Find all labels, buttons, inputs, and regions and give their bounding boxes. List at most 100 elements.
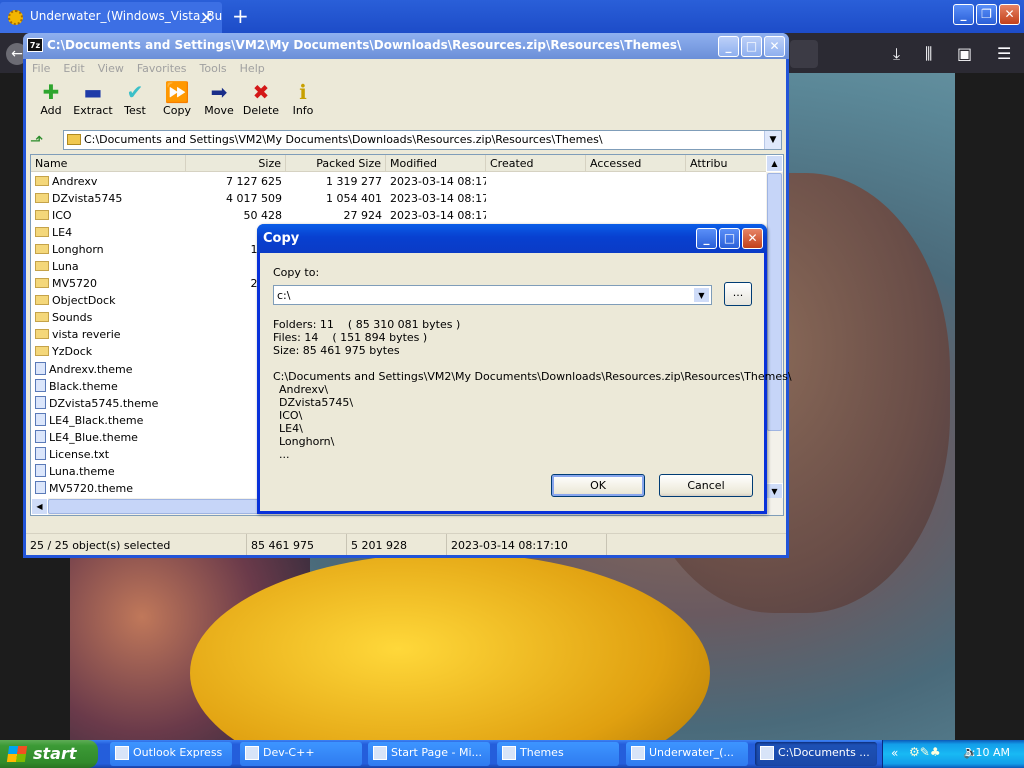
destination-value: c:\ — [277, 289, 291, 302]
menu-view[interactable]: View — [98, 62, 124, 79]
table-row[interactable]: DZvista5745 4 017 509 1 054 401 2023-03-14 … — [31, 190, 771, 207]
folder-icon — [35, 261, 49, 271]
menu-favorites[interactable]: Favorites — [137, 62, 187, 79]
scroll-left-icon[interactable]: ◀ — [31, 498, 48, 515]
chevron-down-icon[interactable]: ▼ — [693, 287, 710, 303]
close-icon[interactable]: ✕ — [764, 36, 785, 57]
maximize-icon[interactable]: ❐ — [976, 4, 997, 25]
ok-button[interactable]: OK — [551, 474, 645, 497]
arrow-right-icon: ➡ — [210, 80, 228, 104]
file-list-header: Name Size Packed Size Modified Created Access… — [31, 155, 771, 172]
copy-dialog-titlebar[interactable]: Copy _ □ ✕ — [257, 224, 767, 253]
status-selected: 25 / 25 object(s) selected — [26, 534, 247, 555]
vertical-scrollbar[interactable]: ▲ ▼ — [766, 155, 783, 500]
start-button[interactable]: start — [0, 740, 98, 768]
app-icon — [115, 746, 129, 760]
taskbar-button[interactable]: Dev-C++ — [240, 742, 362, 766]
name-cell: Sounds — [31, 309, 186, 326]
toolbar-add-button[interactable]: ✚ Add — [30, 80, 72, 124]
taskbar-button[interactable]: Outlook Express — [110, 742, 232, 766]
toolbar-label: Move — [204, 104, 234, 117]
vlc-icon — [8, 10, 23, 25]
close-icon[interactable]: ✕ — [999, 4, 1020, 25]
status-modified: 2023-03-14 08:17:10 — [447, 534, 607, 555]
folder-icon — [35, 295, 49, 305]
taskbar-button[interactable]: Themes — [497, 742, 619, 766]
column-header[interactable]: Size — [186, 155, 286, 172]
sidebar-icon[interactable]: ▣ — [957, 44, 972, 63]
menu-tools[interactable]: Tools — [200, 62, 227, 79]
toolbar-test-button[interactable]: ✔ Test — [114, 80, 156, 124]
folder-icon — [35, 329, 49, 339]
clock: 3:10 AM — [964, 746, 1010, 759]
new-tab-icon[interactable]: + — [232, 4, 249, 28]
name-cell: MV5720.theme — [31, 479, 186, 496]
tray-arrow-icon[interactable]: « — [891, 746, 898, 760]
maximize-icon[interactable]: □ — [719, 228, 740, 249]
name-cell: Andrexv — [31, 173, 186, 190]
menu-icon[interactable]: ☰ — [997, 44, 1011, 63]
7zip-titlebar[interactable]: 7z C:\Documents and Settings\VM2\My Docu… — [23, 33, 789, 59]
taskbar-button[interactable]: C:\Documents ... — [755, 742, 877, 766]
taskbar-label: Themes — [520, 746, 564, 759]
toolbar-move-button[interactable]: ➡ Move — [198, 80, 240, 124]
file-name: MV5720 — [52, 277, 98, 290]
minimize-icon[interactable]: _ — [696, 228, 717, 249]
toolbar-label: Delete — [242, 104, 280, 117]
menu-help[interactable]: Help — [240, 62, 265, 79]
toolbar-label: Add — [40, 104, 62, 117]
toolbar-copy-button[interactable]: ⏩ Copy — [156, 80, 198, 124]
destination-combo[interactable]: c:\ ▼ — [273, 285, 712, 305]
column-header[interactable]: Name — [31, 155, 186, 172]
toolbar-delete-button[interactable]: ✖ Delete — [240, 80, 282, 124]
taskbar-button[interactable]: Underwater_(... — [626, 742, 748, 766]
maximize-icon[interactable]: □ — [741, 36, 762, 57]
7zip-title: C:\Documents and Settings\VM2\My Documen… — [47, 38, 682, 52]
modified-cell: 2023-03-14 08:17 — [390, 192, 486, 205]
column-header[interactable]: Created — [486, 155, 586, 172]
column-header[interactable]: Accessed — [586, 155, 686, 172]
packed-cell: 27 924 — [343, 209, 383, 222]
file-icon — [35, 447, 46, 460]
folder-icon — [35, 244, 49, 254]
file-name: Andrexv.theme — [49, 363, 133, 376]
menu-edit[interactable]: Edit — [63, 62, 84, 79]
minimize-icon[interactable]: _ — [718, 36, 739, 57]
tray-app-icons[interactable]: ⚙✎♣ — [909, 745, 941, 759]
column-header[interactable]: Modified — [386, 155, 486, 172]
table-row[interactable]: ICO 50 428 27 924 2023-03-14 08:17 — [31, 207, 771, 224]
cancel-button[interactable]: Cancel — [659, 474, 753, 497]
close-tab-icon[interactable]: ✕ — [200, 8, 213, 27]
minimize-icon[interactable]: _ — [953, 4, 974, 25]
name-cell: LE4 — [31, 224, 186, 241]
address-combo[interactable]: C:\Documents and Settings\VM2\My Documen… — [63, 130, 782, 150]
modified-cell: 2023-03-14 08:17 — [390, 209, 486, 222]
column-header[interactable]: Packed Size — [286, 155, 386, 172]
file-icon — [35, 464, 46, 477]
file-name: LE4 — [52, 226, 73, 239]
taskbar-button[interactable]: Start Page - Mi... — [368, 742, 490, 766]
column-header[interactable]: Attribu — [686, 155, 771, 172]
menu-file[interactable]: File — [32, 62, 50, 79]
close-icon[interactable]: ✕ — [742, 228, 763, 249]
file-name: vista reverie — [52, 328, 121, 341]
browse-button[interactable]: ... — [724, 282, 752, 306]
browser-window-controls: _ ❐ ✕ — [953, 4, 1020, 25]
chevron-down-icon[interactable]: ▼ — [764, 131, 781, 149]
toolbar-info-button[interactable]: ℹ Info — [282, 80, 324, 124]
download-icon[interactable]: ⤓ — [893, 44, 900, 64]
name-cell: MV5720 — [31, 275, 186, 292]
browser-tab[interactable]: Underwater_(Windows_Vista_Buil ✕ — [0, 2, 222, 33]
table-row[interactable]: Andrexv 7 127 625 1 319 277 2023-03-14 08:1… — [31, 173, 771, 190]
scroll-thumb[interactable] — [767, 173, 782, 431]
name-cell: License.txt — [31, 445, 186, 462]
app-icon — [502, 746, 516, 760]
name-cell: Andrexv.theme — [31, 360, 186, 377]
url-bar-end[interactable] — [790, 40, 818, 68]
toolbar-extract-button[interactable]: ▬ Extract — [72, 80, 114, 124]
up-folder-icon[interactable]: ⬏ — [30, 131, 43, 150]
source-item: ... — [279, 448, 290, 461]
scroll-up-icon[interactable]: ▲ — [766, 155, 783, 172]
status-packed: 5 201 928 — [347, 534, 447, 555]
library-icon[interactable]: ⫼ — [925, 44, 932, 64]
